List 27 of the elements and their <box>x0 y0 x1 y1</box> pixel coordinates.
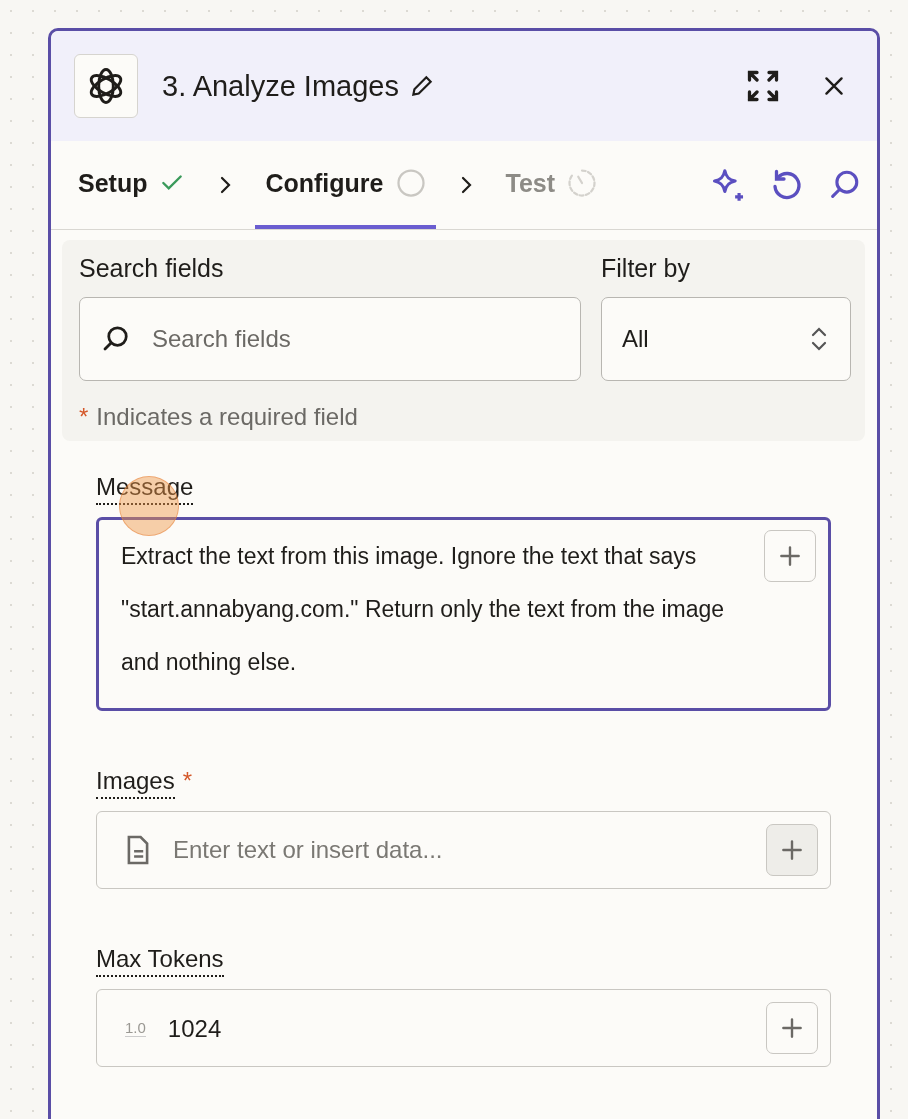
expand-icon[interactable] <box>745 68 781 104</box>
required-asterisk: * <box>182 767 193 796</box>
message-textarea[interactable]: Extract the text from this image. Ignore the text that says "start.annabyang.com." Return only the text from the image and nothing else. <box>96 517 831 711</box>
field-label: Message <box>96 473 194 505</box>
empty-circle-icon <box>395 168 426 198</box>
number-input-field[interactable]: 1.0 1024 <box>96 989 831 1067</box>
search-field[interactable]: Search fields <box>79 297 581 381</box>
required-asterisk: * <box>79 403 89 431</box>
field-label: Images <box>96 767 175 799</box>
insert-data-button[interactable] <box>764 530 816 582</box>
plus-icon <box>779 1015 805 1041</box>
pencil-icon[interactable] <box>409 73 435 99</box>
field-label: Filter by <box>601 254 691 283</box>
images-input-field[interactable]: Enter text or insert data... <box>96 811 831 889</box>
step-title: 3. Analyze Images <box>162 69 399 103</box>
filter-select[interactable]: All <box>601 297 851 381</box>
timer-icon <box>567 168 598 198</box>
insert-data-button[interactable] <box>766 824 818 876</box>
plus-icon <box>777 543 803 569</box>
insert-data-button[interactable] <box>766 1002 818 1054</box>
step-tab[interactable]: Setup <box>68 141 196 229</box>
step-tab[interactable]: Configure <box>255 141 436 229</box>
field-label: Max Tokens <box>96 945 224 977</box>
required-note: Indicates a required field <box>96 403 358 431</box>
document-icon <box>125 834 151 866</box>
plus-icon <box>779 837 805 863</box>
field-label: Search fields <box>79 254 225 283</box>
